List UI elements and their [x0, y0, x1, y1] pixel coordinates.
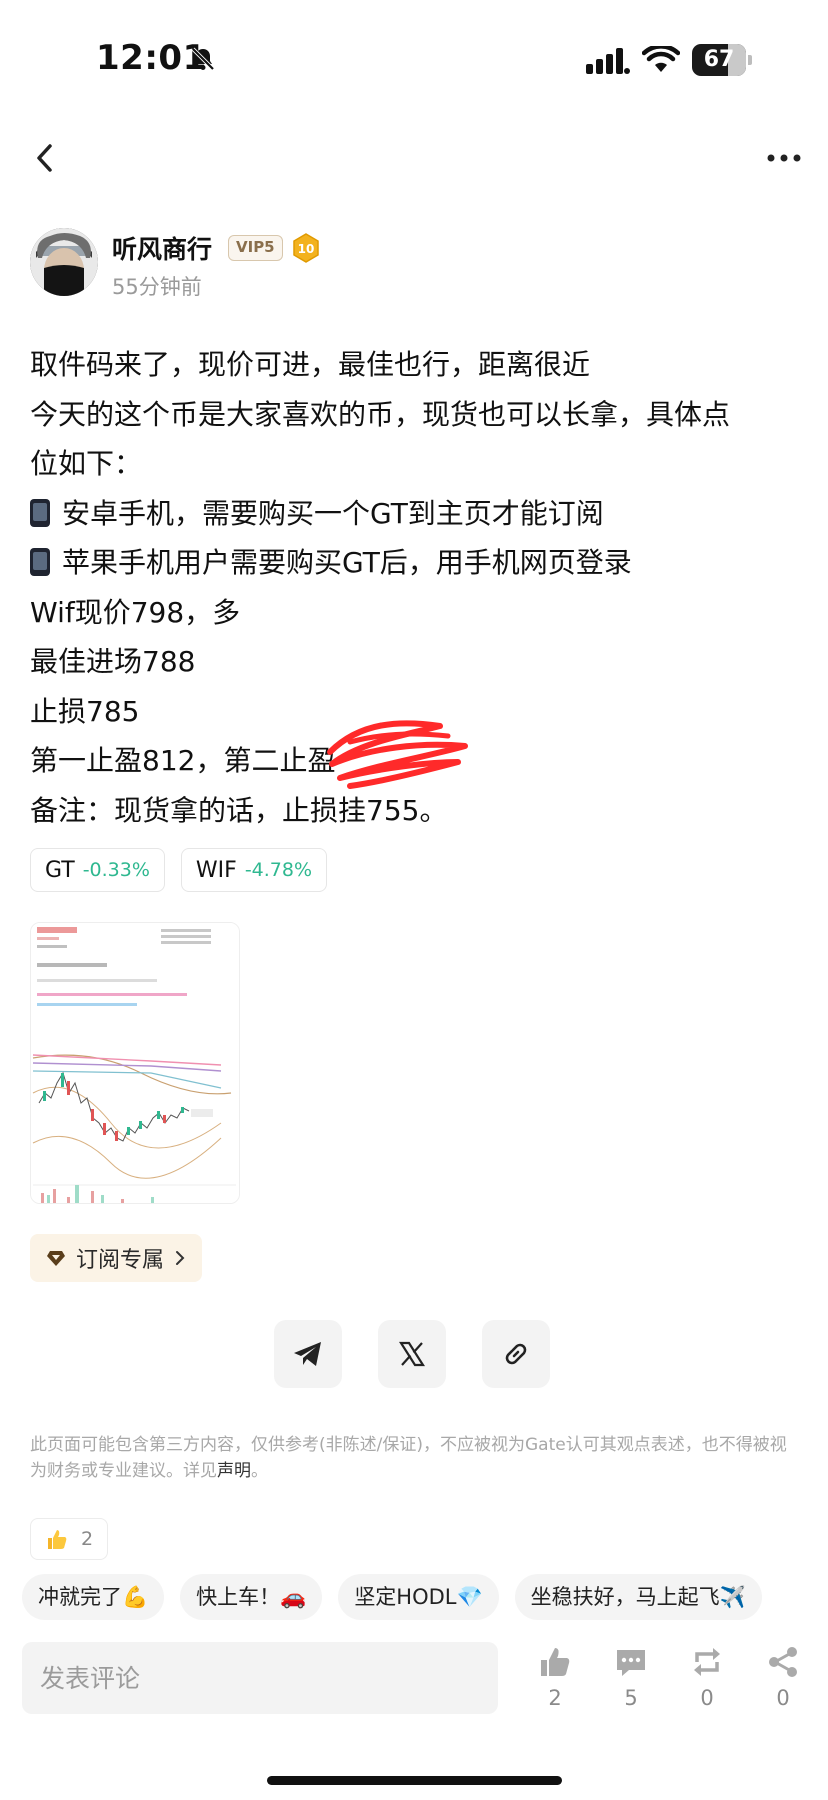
post-line: 今天的这个币是大家喜欢的币，现货也可以长拿，具体点	[30, 397, 731, 431]
ticker-change: -0.33%	[82, 859, 150, 881]
mobile-phone-icon	[30, 548, 50, 576]
comment-button[interactable]: 5	[596, 1644, 666, 1724]
x-icon	[398, 1341, 426, 1367]
bell-muted-icon	[191, 47, 215, 71]
cellular-signal-icon	[586, 48, 630, 74]
ticker-list: GT -0.33% WIF -4.78%	[30, 848, 328, 892]
battery-cap	[748, 55, 752, 65]
author-avatar[interactable]	[30, 228, 98, 296]
wifi-icon	[642, 46, 680, 72]
quick-reply-list: 冲就完了💪 快上车！🚗 坚定HODL💎 坐稳扶好，马上起飞✈️	[22, 1574, 828, 1620]
status-bar: 12:01 67	[0, 0, 828, 120]
quick-reply-chip[interactable]: 快上车！🚗	[180, 1574, 323, 1620]
repost-count: 0	[700, 1686, 714, 1710]
level-badge-icon: 10	[293, 233, 319, 263]
author-name[interactable]: 听风商行	[112, 230, 212, 266]
diamond-icon	[47, 1251, 65, 1266]
post-line: 止损785	[30, 694, 140, 728]
mobile-phone-icon	[30, 498, 50, 527]
statement-link[interactable]: 声明	[217, 1461, 251, 1481]
action-bar: 2 5 0 0	[520, 1644, 820, 1724]
avatar-image	[30, 228, 98, 296]
post-line: 取件码来了，现价可进，最佳也行，距离很近	[30, 348, 591, 381]
post-line-text: 安卓手机，需要购买一个GT到主页才能订阅	[62, 496, 604, 530]
share-telegram-button[interactable]	[274, 1320, 342, 1388]
like-count: 2	[548, 1686, 562, 1710]
post-line-text: 苹果手机用户需要购买GT后，用手机网页登录	[62, 546, 632, 579]
share-icon	[769, 1647, 797, 1677]
copy-link-button[interactable]	[482, 1320, 550, 1388]
ticker-symbol: WIF	[195, 857, 237, 883]
subscribe-label: 订阅专属	[76, 1248, 165, 1273]
link-icon	[505, 1343, 527, 1365]
thumbs-up-emoji-icon	[48, 1530, 67, 1549]
comment-icon	[617, 1650, 645, 1676]
repost-icon	[694, 1648, 720, 1676]
post-body: 取件码来了，现价可进，最佳也行，距离很近 今天的这个币是大家喜欢的币，现货也可以…	[30, 340, 800, 835]
home-indicator	[267, 1776, 562, 1785]
attached-chart-image[interactable]	[30, 922, 240, 1204]
vip-badge: VIP5	[228, 235, 283, 261]
post-line: 第一止盈812，第二止盈	[30, 744, 336, 777]
repost-button[interactable]: 0	[672, 1644, 742, 1724]
ticker-change: -4.78%	[244, 859, 313, 881]
disclaimer-end: 。	[251, 1461, 268, 1481]
quick-reply-chip[interactable]: 坐稳扶好，马上起飞✈️	[514, 1574, 762, 1620]
share-row	[274, 1320, 550, 1388]
ticker-symbol: GT	[45, 857, 75, 883]
telegram-icon	[294, 1342, 321, 1366]
like-button[interactable]: 2	[520, 1644, 590, 1724]
quick-reply-chip[interactable]: 坚定HODL💎	[338, 1574, 499, 1620]
battery-percent: 67	[703, 47, 735, 72]
like-reaction-chip[interactable]: 2	[30, 1518, 109, 1560]
thumbs-up-icon	[541, 1648, 570, 1676]
share-count: 0	[776, 1686, 790, 1710]
post-time: 55分钟前	[112, 275, 202, 299]
post-line: Wif现价798，多	[30, 595, 241, 629]
post-line: 备注：现货拿的话，止损挂755。	[30, 793, 448, 827]
back-button[interactable]	[30, 140, 60, 176]
share-button[interactable]: 0	[748, 1644, 818, 1724]
battery-indicator: 67	[692, 44, 752, 76]
subscribe-exclusive-button[interactable]: 订阅专属	[30, 1234, 203, 1282]
chevron-right-icon	[176, 1251, 185, 1265]
battery-body: 67	[692, 44, 746, 76]
comment-count: 5	[624, 1686, 638, 1710]
level-number: 10	[298, 242, 315, 256]
post-line: 位如下：	[30, 447, 143, 480]
post-line-android: 安卓手机，需要购买一个GT到主页才能订阅	[30, 489, 800, 539]
comment-input[interactable]	[22, 1642, 498, 1714]
post-line: 最佳进场788	[30, 645, 196, 678]
like-chip-count: 2	[81, 1528, 94, 1550]
disclaimer: 此页面可能包含第三方内容，仅供参考(非陈述/保证)，不应被视为Gate认可其观点…	[30, 1432, 800, 1484]
quick-reply-chip[interactable]: 冲就完了💪	[22, 1574, 165, 1620]
post-line-ios: 苹果手机用户需要购买GT后，用手机网页登录	[30, 538, 800, 588]
more-options-button[interactable]	[766, 148, 802, 168]
share-x-button[interactable]	[378, 1320, 446, 1388]
ticker-chip-gt[interactable]: GT -0.33%	[30, 848, 165, 892]
chart-thumbnail-graphic	[31, 923, 239, 1203]
disclaimer-text: 此页面可能包含第三方内容，仅供参考(非陈述/保证)，不应被视为Gate认可其观点…	[30, 1435, 787, 1481]
ticker-chip-wif[interactable]: WIF -4.78%	[180, 848, 328, 892]
